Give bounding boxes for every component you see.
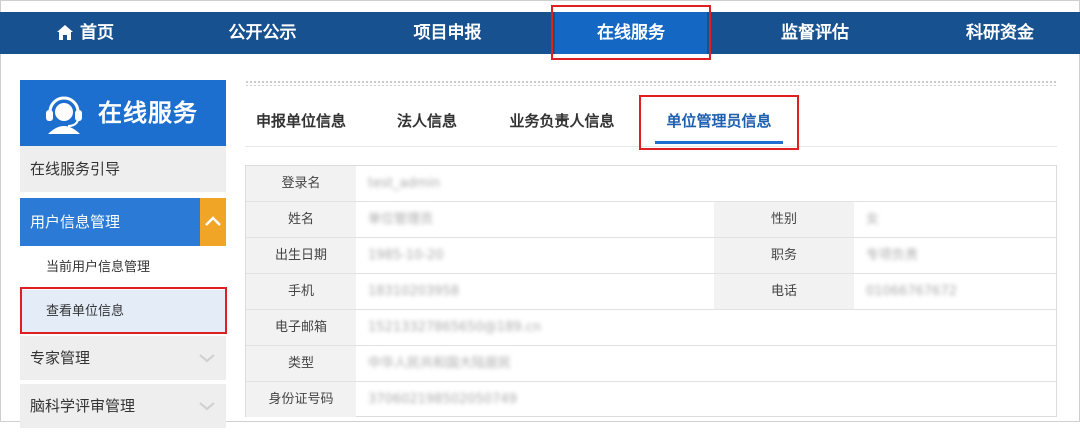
phone-value: 01066767672 <box>866 284 957 299</box>
sidebar-item-label: 专家管理 <box>30 349 91 367</box>
sidebar-item-label: 脑科学评审管理 <box>30 397 136 415</box>
admin-info-table: 登录名 test_admin 姓名 单位管理员 性别 女 出生日期 1985-1… <box>245 165 1057 417</box>
tab-label: 业务负责人信息 <box>509 112 615 130</box>
nav-project-application-label: 项目申报 <box>413 23 482 43</box>
gender-value: 女 <box>866 212 880 227</box>
tab-label: 法人信息 <box>396 112 457 130</box>
table-row: 姓名 单位管理员 性别 女 <box>246 202 1056 238</box>
position-value: 专项负责 <box>866 248 919 263</box>
chevron-down-icon <box>198 384 216 445</box>
sidebar-item-label: 在线服务引导 <box>30 160 121 178</box>
type-value: 中华人民共和国大陆居民 <box>368 356 512 371</box>
sidebar-item-service-guide[interactable]: 在线服务引导 <box>20 146 226 192</box>
field-label: 类型 <box>246 346 356 381</box>
sidebar-header: 在线服务 <box>20 80 226 146</box>
login-name-value: test_admin <box>368 176 441 191</box>
table-row: 登录名 test_admin <box>246 166 1056 202</box>
id-number-value: 370602198502050749 <box>368 392 517 407</box>
top-nav: 首页 公开公示 项目申报 在线服务 监督评估 科研资金 <box>0 12 1080 54</box>
field-label: 身份证号码 <box>246 382 356 417</box>
tab-applicant-unit[interactable]: 申报单位信息 <box>245 96 357 146</box>
dotted-divider <box>245 80 1057 86</box>
table-row: 类型 中华人民共和国大陆居民 <box>246 346 1056 382</box>
field-label: 出生日期 <box>246 238 356 273</box>
chevron-up-icon <box>205 216 221 226</box>
field-label: 性别 <box>714 202 854 237</box>
nav-research-funds-label: 科研资金 <box>966 23 1034 43</box>
sidebar-item-user-info[interactable]: 用户信息管理 <box>20 198 226 246</box>
home-icon <box>56 15 74 57</box>
field-label: 电话 <box>714 274 854 309</box>
sidebar-sub-view-unit[interactable]: 查看单位信息 <box>20 290 226 334</box>
table-row: 手机 18310203958 电话 01066767672 <box>246 274 1056 310</box>
nav-public-notice[interactable]: 公开公示 <box>205 12 320 54</box>
email-value: 15213327865650@189.cn <box>368 320 542 335</box>
nav-public-notice-label: 公开公示 <box>228 23 297 43</box>
sidebar-sub-label: 当前用户信息管理 <box>46 260 151 275</box>
sidebar-sub-current-user[interactable]: 当前用户信息管理 <box>20 246 226 290</box>
field-label: 姓名 <box>246 202 356 237</box>
customer-service-icon <box>42 92 86 138</box>
nav-online-service[interactable]: 在线服务 <box>555 12 707 54</box>
active-tab-underline <box>655 141 783 144</box>
birth-date-value: 1985-10-20 <box>368 248 444 263</box>
table-row: 身份证号码 370602198502050749 <box>246 382 1056 418</box>
field-label: 电子邮箱 <box>246 310 356 345</box>
nav-online-service-label: 在线服务 <box>597 23 665 43</box>
table-row: 出生日期 1985-10-20 职务 专项负责 <box>246 238 1056 274</box>
field-label: 登录名 <box>246 166 356 201</box>
sidebar-title: 在线服务 <box>98 99 198 127</box>
table-row: 电子邮箱 15213327865650@189.cn <box>246 310 1056 346</box>
nav-project-application[interactable]: 项目申报 <box>390 12 505 54</box>
nav-supervision[interactable]: 监督评估 <box>760 12 870 54</box>
mobile-value: 18310203958 <box>368 284 459 299</box>
sidebar-item-brain-review[interactable]: 脑科学评审管理 <box>20 384 226 428</box>
expand-indicator <box>200 198 226 246</box>
tab-label: 单位管理员信息 <box>666 112 772 130</box>
nav-research-funds[interactable]: 科研资金 <box>945 12 1055 54</box>
tab-label: 申报单位信息 <box>255 112 346 130</box>
nav-home-label: 首页 <box>80 23 114 43</box>
tab-business-lead[interactable]: 业务负责人信息 <box>498 96 626 146</box>
nav-home[interactable]: 首页 <box>30 12 140 54</box>
field-label: 手机 <box>246 274 356 309</box>
nav-supervision-label: 监督评估 <box>781 23 849 43</box>
sidebar-item-label: 用户信息管理 <box>30 213 121 231</box>
tab-legal-person[interactable]: 法人信息 <box>385 96 469 146</box>
tab-separator <box>245 146 1057 147</box>
sidebar-item-expert[interactable]: 专家管理 <box>20 336 226 380</box>
field-label: 职务 <box>714 238 854 273</box>
sidebar-sub-label: 查看单位信息 <box>46 304 125 319</box>
name-value: 单位管理员 <box>368 212 434 227</box>
tab-unit-admin[interactable]: 单位管理员信息 <box>655 96 783 146</box>
